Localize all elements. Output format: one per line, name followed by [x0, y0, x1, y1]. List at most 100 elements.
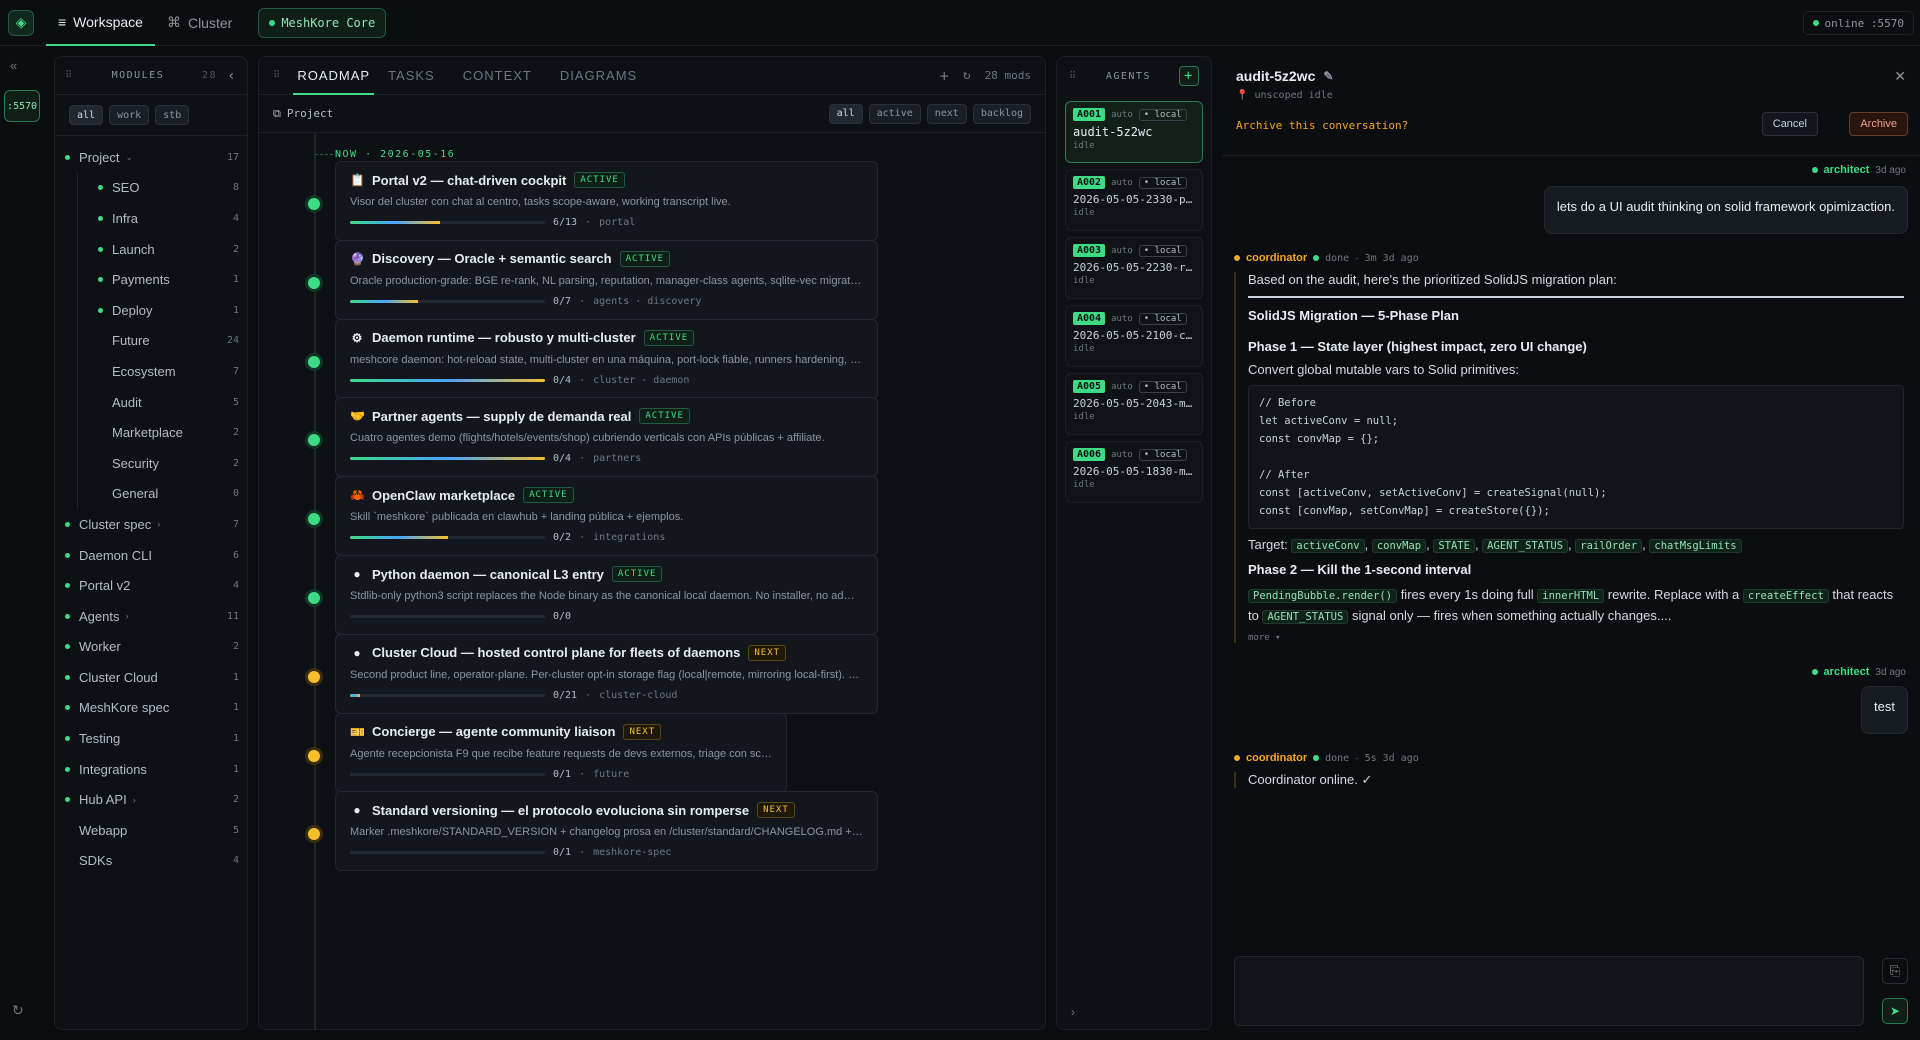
- online-label: online :5570: [1824, 16, 1904, 30]
- module-name: Portal v2: [79, 578, 131, 594]
- refresh-icon[interactable]: ↻: [12, 1002, 24, 1019]
- module-item[interactable]: Infra 4: [77, 203, 239, 234]
- agent-name: 2026-05-05-2230-reo...: [1073, 261, 1195, 274]
- module-item[interactable]: Security 2: [77, 447, 239, 479]
- agent-card[interactable]: A004 auto • local 2026-05-05-2100-cat... idl…: [1065, 305, 1203, 367]
- attach-icon[interactable]: ⎘: [1882, 958, 1908, 984]
- module-item[interactable]: Future 24: [77, 325, 239, 357]
- chevron-right-icon[interactable]: ›: [1071, 1005, 1075, 1019]
- message-input[interactable]: [1234, 956, 1864, 1026]
- module-item[interactable]: Project ⌄ 17: [63, 142, 239, 173]
- filter-backlog[interactable]: backlog: [972, 103, 1031, 124]
- expand-caret-icon[interactable]: ›: [133, 795, 136, 805]
- tab-roadmap[interactable]: ROADMAP: [293, 57, 374, 95]
- expand-caret-icon[interactable]: ⌄: [125, 152, 133, 163]
- more-toggle[interactable]: more ▾: [1248, 633, 1904, 643]
- agent-card[interactable]: A003 auto • local 2026-05-05-2230-reo... idl…: [1065, 237, 1203, 299]
- refresh-icon[interactable]: ↻: [963, 68, 971, 83]
- module-item[interactable]: Deploy 1: [77, 294, 239, 326]
- send-icon[interactable]: ➤: [1882, 998, 1908, 1024]
- agent-card[interactable]: A005 auto • local 2026-05-05-2043-mi... idle: [1065, 373, 1203, 435]
- filter-all[interactable]: all: [69, 105, 104, 125]
- filter-stb[interactable]: stb: [155, 105, 190, 125]
- timeline-node: [305, 667, 323, 686]
- filter-work[interactable]: work: [109, 105, 150, 125]
- module-item[interactable]: Agents › 11: [63, 601, 239, 632]
- roadmap-card[interactable]: ● Python daemon — canonical L3 entry ACTIV…: [335, 555, 878, 635]
- card-icon: ⚙: [351, 330, 363, 345]
- module-item[interactable]: Cluster Cloud 1: [63, 662, 239, 693]
- modules-panel: ⠿ MODULES 28 ‹ all work stb Project ⌄ 17 SE…: [54, 56, 248, 1030]
- archive-button[interactable]: Archive: [1849, 112, 1908, 136]
- module-count: 1: [232, 304, 239, 316]
- drag-handle-icon[interactable]: ⠿: [1069, 71, 1078, 82]
- add-icon[interactable]: +: [940, 67, 949, 85]
- filter-active[interactable]: active: [868, 103, 921, 124]
- card-description: Cuatro agentes demo (flights/hotels/even…: [350, 432, 825, 445]
- module-item[interactable]: Worker 2: [63, 632, 239, 663]
- agent-card[interactable]: A006 auto • local 2026-05-05-1830-me... idle: [1065, 441, 1203, 503]
- roadmap-card[interactable]: 🔮 Discovery — Oracle + semantic search ACT…: [335, 239, 878, 320]
- divider: [1248, 296, 1904, 298]
- code-block: // Before let activeConv = null; const con…: [1248, 385, 1904, 529]
- filter-next[interactable]: next: [926, 103, 967, 124]
- app-logo-icon[interactable]: ◈: [8, 9, 34, 36]
- inline-code: AGENT_STATUS: [1262, 610, 1349, 624]
- filter-all[interactable]: all: [828, 103, 863, 124]
- chevron-left-icon[interactable]: ‹: [227, 68, 237, 84]
- module-item[interactable]: General 0: [77, 478, 239, 510]
- roadmap-card[interactable]: 🤝 Partner agents — supply de demanda real…: [335, 397, 878, 478]
- tab-diagrams[interactable]: DIAGRAMS: [560, 68, 637, 83]
- expand-caret-icon[interactable]: ›: [125, 611, 128, 621]
- module-item[interactable]: SEO 8: [77, 172, 239, 204]
- project-breadcrumb[interactable]: ⧉ Project: [273, 107, 333, 121]
- module-name: Future: [112, 333, 150, 349]
- module-item[interactable]: Ecosystem 7: [77, 356, 239, 387]
- module-item[interactable]: Integrations 1: [63, 754, 239, 785]
- message-text: PendingBubble.render() fires every 1s do…: [1248, 585, 1904, 627]
- roadmap-card[interactable]: 🎫 Concierge — agente community liaison NEX…: [335, 712, 787, 793]
- tab-context[interactable]: CONTEXT: [463, 68, 532, 83]
- card-tags: agents · discovery: [593, 295, 702, 307]
- timeline-node: [305, 352, 323, 371]
- module-item[interactable]: Audit 5: [77, 386, 239, 418]
- mods-count: 28 mods: [984, 69, 1031, 82]
- roadmap-card[interactable]: ⚙ Daemon runtime — robusto y multi-cluste…: [335, 318, 878, 399]
- drag-handle-icon[interactable]: ⠿: [65, 70, 74, 81]
- cancel-button[interactable]: Cancel: [1761, 112, 1818, 136]
- module-item[interactable]: Marketplace 2: [77, 417, 239, 448]
- module-item[interactable]: Webapp 5: [63, 815, 239, 846]
- agent-card[interactable]: A001 auto • local audit-5z2wc idle: [1065, 101, 1203, 163]
- rail-port-button[interactable]: :5570: [4, 90, 40, 122]
- module-item[interactable]: Portal v2 4: [63, 570, 239, 601]
- collapse-icon[interactable]: «: [10, 58, 17, 73]
- module-item[interactable]: Hub API › 2: [63, 784, 239, 815]
- tab-tasks[interactable]: TASKS: [388, 68, 435, 83]
- add-agent-button[interactable]: +: [1178, 66, 1199, 86]
- core-selector[interactable]: MeshKore Core: [258, 7, 387, 38]
- tab-workspace[interactable]: ≡ Workspace: [46, 0, 155, 46]
- agent-location-text: local: [1154, 313, 1182, 324]
- module-item[interactable]: Cluster spec › 7: [63, 509, 239, 540]
- edit-icon[interactable]: ✎: [1323, 69, 1333, 83]
- tab-cluster[interactable]: ⌘ Cluster: [155, 0, 244, 46]
- roadmap-card[interactable]: 🦀 OpenClaw marketplace ACTIVE Skill `meshko…: [335, 476, 878, 557]
- expand-caret-icon[interactable]: ›: [157, 519, 160, 529]
- now-marker: NOW · 2026-05-16: [335, 149, 456, 160]
- module-item[interactable]: SDKs 4: [63, 846, 239, 877]
- agent-card[interactable]: A002 auto • local 2026-05-05-2330-po... idle: [1065, 169, 1203, 231]
- roadmap-card[interactable]: 📋 Portal v2 — chat-driven cockpit ACTIVE Vi…: [335, 161, 878, 241]
- roadmap-card[interactable]: ● Standard versioning — el protocolo evol…: [335, 791, 878, 872]
- drag-handle-icon[interactable]: ⠿: [273, 70, 281, 81]
- module-count: 6: [232, 549, 239, 561]
- module-item[interactable]: MeshKore spec 1: [63, 693, 239, 724]
- module-item[interactable]: Testing 1: [63, 723, 239, 754]
- card-icon: ●: [353, 645, 361, 660]
- module-item[interactable]: Daemon CLI 6: [63, 540, 239, 571]
- module-item[interactable]: Launch 2: [77, 233, 239, 265]
- roadmap-card[interactable]: ● Cluster Cloud — hosted control plane fo…: [335, 633, 878, 714]
- module-item[interactable]: Payments 1: [77, 264, 239, 295]
- status-dot: [1234, 255, 1240, 261]
- close-icon[interactable]: ✕: [1894, 68, 1906, 85]
- module-name: Agents: [79, 608, 120, 624]
